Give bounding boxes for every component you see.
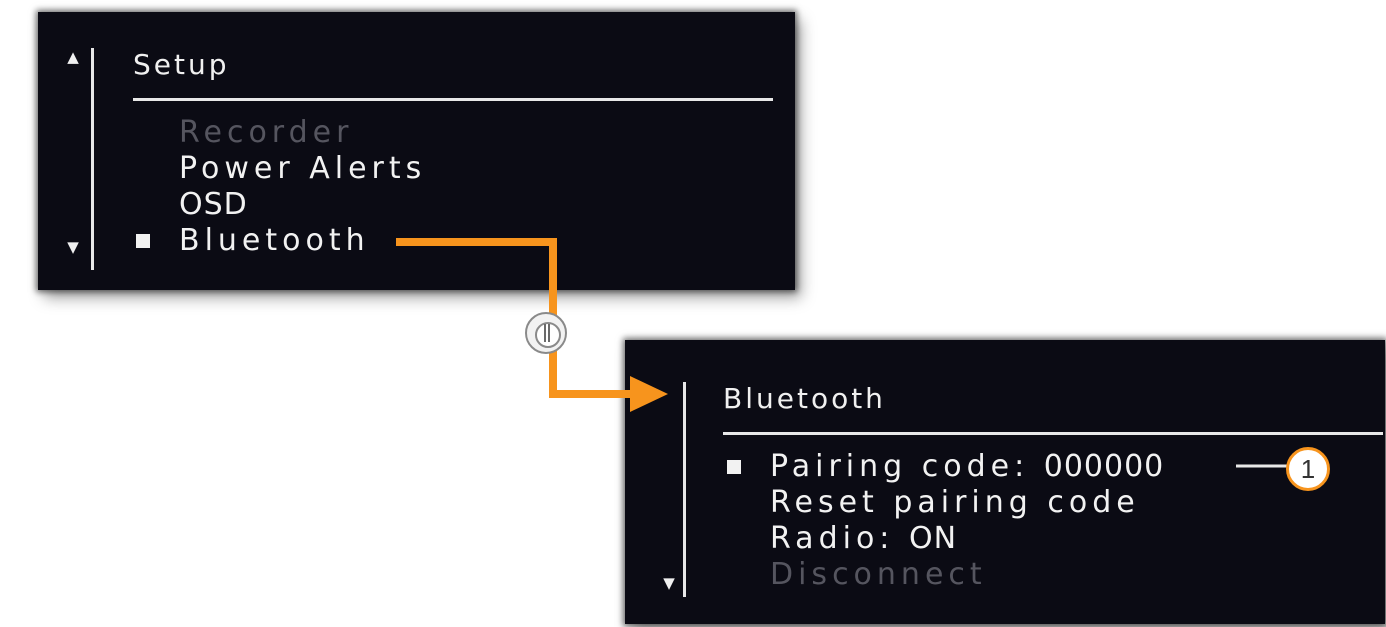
menu-item-disconnect: Disconnect [770, 557, 987, 592]
menu-item-bluetooth[interactable]: Bluetooth [179, 224, 370, 258]
rotary-button-icon [525, 312, 567, 354]
pairing-code-label: Pairing code: [770, 449, 1030, 484]
menu-item-reset-pairing-code[interactable]: Reset pairing code [770, 486, 1140, 520]
scroll-down-arrow-icon[interactable]: ▼ [65, 240, 81, 255]
pairing-code-value: 000000 [1043, 449, 1165, 484]
menu-item-recorder: Recorder [179, 115, 354, 150]
bluetooth-menu-screen: ▼ Bluetooth Pairing code: 000000 Reset p… [625, 340, 1385, 624]
menu-item-osd[interactable]: OSD [179, 188, 248, 222]
menu-title: Setup [133, 48, 230, 81]
radio-label: Radio: [770, 521, 895, 556]
selection-marker [727, 460, 741, 474]
scroll-up-arrow-icon[interactable]: ▲ [65, 50, 81, 65]
title-divider [133, 98, 773, 101]
scroll-down-arrow-icon[interactable]: ▼ [661, 576, 677, 591]
menu-item-radio[interactable]: Radio: ON [770, 522, 957, 556]
radio-value: ON [908, 521, 958, 556]
selection-marker [136, 234, 150, 248]
menu-item-power-alerts[interactable]: Power Alerts [179, 152, 426, 186]
setup-menu-screen: ▲ ▼ Setup Recorder Power Alerts OSD Blue… [38, 12, 795, 290]
title-divider [723, 432, 1383, 435]
menu-item-pairing-code[interactable]: Pairing code: 000000 [770, 450, 1164, 484]
scrollbar[interactable] [683, 382, 686, 597]
callout-badge: 1 [1286, 447, 1330, 491]
scrollbar[interactable] [91, 48, 94, 270]
menu-title: Bluetooth [723, 382, 886, 415]
